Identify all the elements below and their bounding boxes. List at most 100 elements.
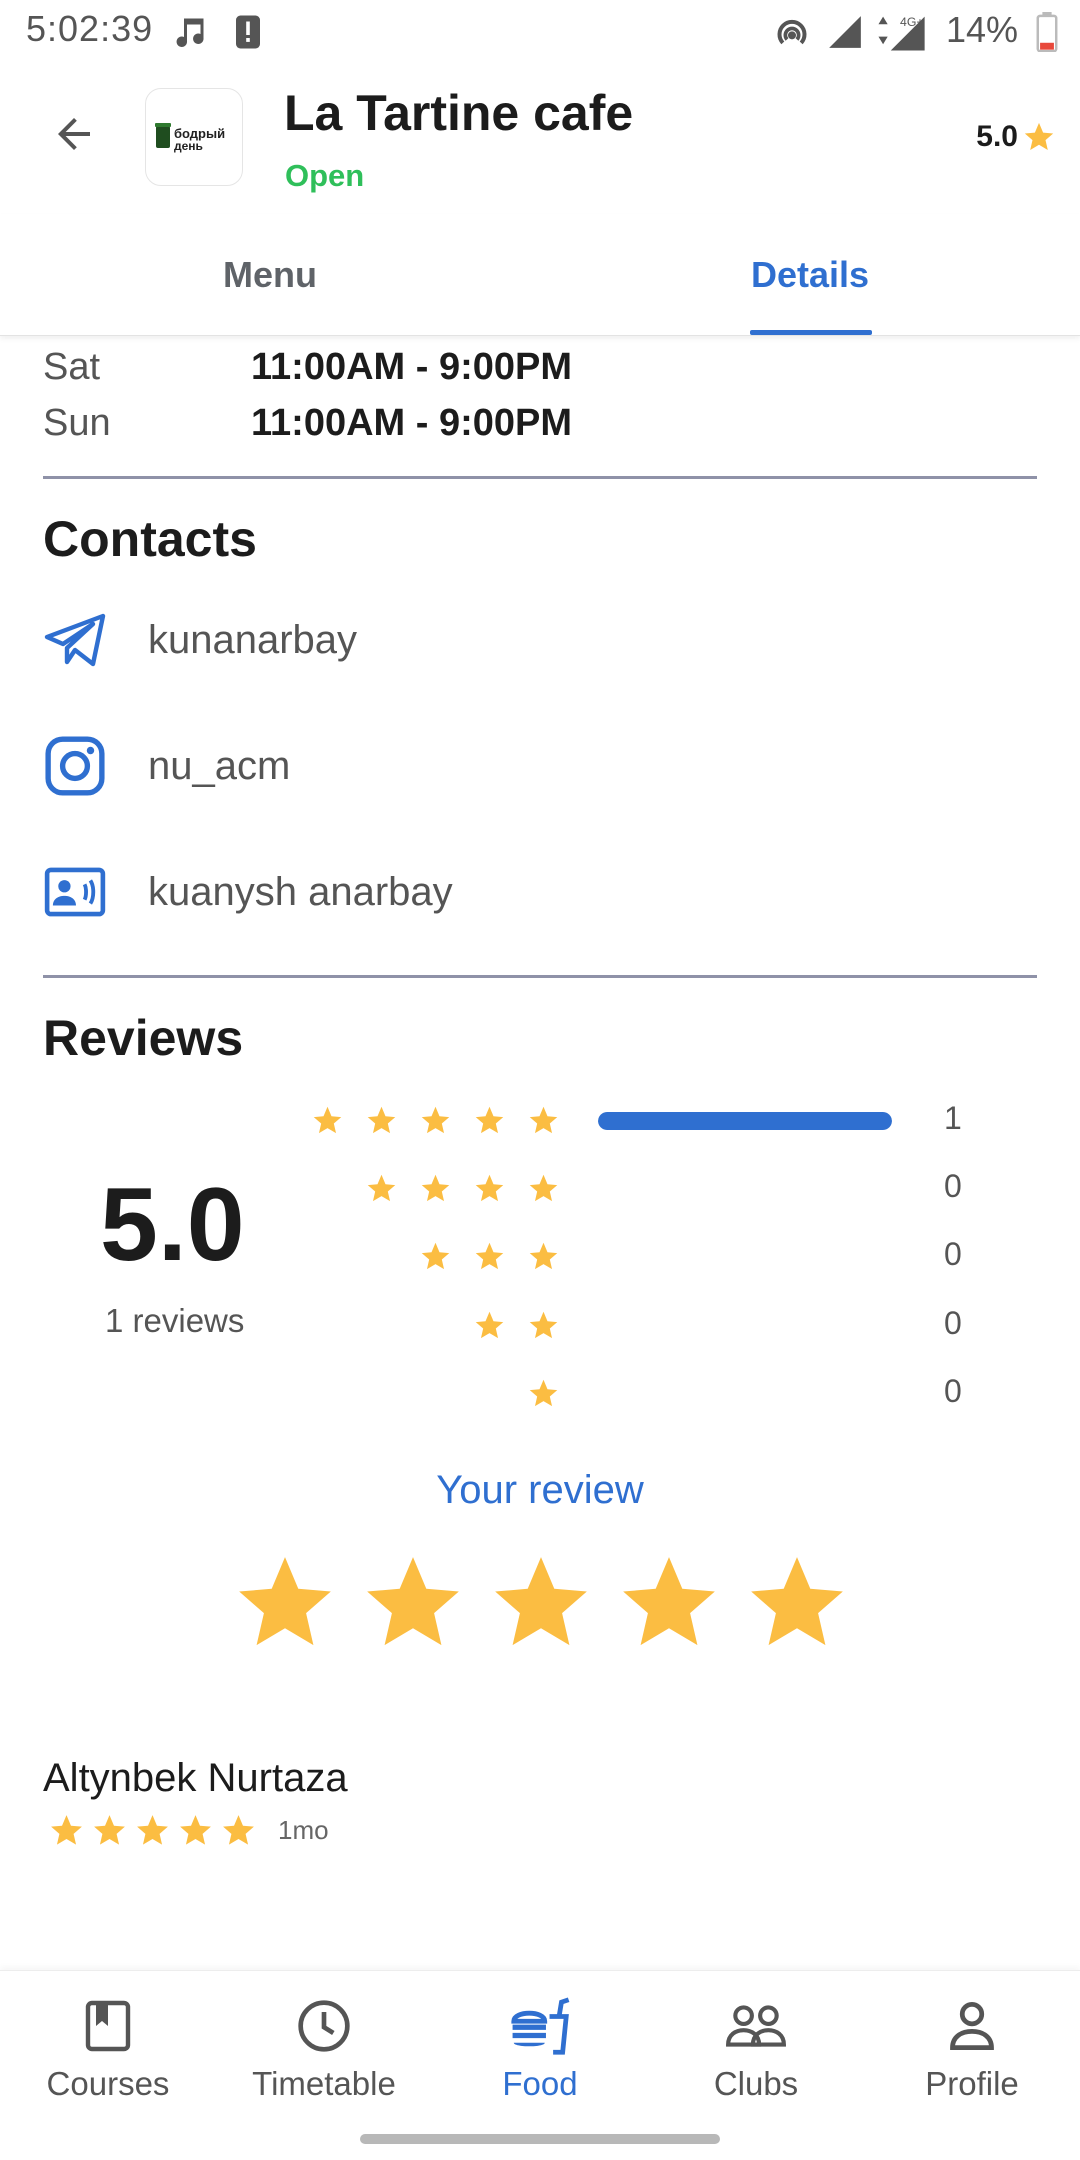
star-icon (1024, 122, 1054, 151)
reviewer-rating-stars (48, 1812, 257, 1849)
star-icon (421, 1106, 450, 1133)
signal-4g-icon: 4G+ (872, 12, 928, 52)
back-button[interactable] (44, 104, 104, 164)
star-icon (475, 1174, 504, 1201)
status-time: 5:02:39 (26, 8, 154, 49)
star-icon (529, 1379, 558, 1406)
nav-label: Clubs (713, 2065, 799, 2102)
distribution-stars (527, 1373, 560, 1413)
hours-day: Sat (43, 346, 101, 388)
distribution-stars (311, 1100, 560, 1140)
hours-row: Sun 11:00AM - 9:00PM (43, 402, 572, 445)
telegram-icon (43, 608, 107, 672)
status-bar: 5:02:39 4G+ 14% (0, 0, 1080, 64)
header-rating-value: 5.0 (976, 120, 1018, 153)
bottom-navigation: Courses Timetable Food Clubs Profile (0, 1970, 1080, 2160)
star-icon (475, 1242, 504, 1269)
reviews-heading: Reviews (43, 1010, 244, 1066)
arrow-back-icon (58, 118, 90, 150)
instagram-handle: nu_acm (148, 743, 291, 788)
app-header: бодрый день La Tartine cafe Open 5.0 (0, 64, 1080, 214)
hours-day: Sun (43, 402, 111, 444)
distribution-bar-fill (598, 1112, 892, 1130)
distribution-row-1-star: 0 (300, 1373, 1000, 1413)
distribution-row-2-star: 0 (300, 1305, 1000, 1345)
star-icon (421, 1174, 450, 1201)
nav-label: Timetable (252, 2065, 396, 2102)
cafe-open-status: Open (285, 158, 365, 193)
music-note-icon (172, 12, 208, 52)
svg-text:день: день (174, 139, 203, 153)
distribution-bar (598, 1248, 892, 1266)
star-icon (421, 1242, 450, 1269)
your-review-label: Your review (436, 1468, 644, 1512)
star-icon (137, 1815, 168, 1845)
your-review-star-4[interactable] (614, 1548, 724, 1658)
nav-timetable[interactable]: Timetable (216, 1993, 432, 2113)
distribution-stars (473, 1305, 560, 1345)
contact-instagram[interactable]: nu_acm (43, 731, 290, 801)
nav-profile[interactable]: Profile (864, 1993, 1080, 2113)
book-icon (84, 1993, 132, 2059)
alert-icon (232, 12, 264, 52)
cafe-logo: бодрый день (145, 88, 243, 186)
average-rating: 5.0 (100, 1167, 245, 1283)
nav-label: Courses (46, 2065, 170, 2102)
star-icon (475, 1311, 504, 1338)
contact-card[interactable]: kuanysh anarbay (43, 857, 453, 927)
hours-time: 11:00AM - 9:00PM (251, 346, 573, 388)
nav-label: Food (502, 2065, 578, 2102)
your-review-stars[interactable] (230, 1548, 852, 1658)
distribution-count: 0 (944, 1168, 962, 1204)
hotspot-icon (772, 12, 812, 52)
your-review-star-2[interactable] (358, 1548, 468, 1658)
group-icon (725, 1993, 787, 2059)
person-icon (948, 1993, 996, 2059)
your-review-star-1[interactable] (230, 1548, 340, 1658)
contact-phone-icon (43, 860, 107, 924)
distribution-row-3-star: 0 (300, 1236, 1000, 1276)
star-icon (180, 1815, 211, 1845)
distribution-row-5-star: 1 (300, 1100, 1000, 1140)
contact-name: kuanysh anarbay (148, 869, 453, 914)
divider (43, 975, 1037, 978)
your-review-star-5[interactable] (742, 1548, 852, 1658)
star-icon (313, 1106, 342, 1133)
clock-icon (296, 1993, 352, 2059)
star-icon (529, 1174, 558, 1201)
hours-row: Sat 11:00AM - 9:00PM (43, 346, 572, 389)
cafe-title: La Tartine cafe (284, 85, 634, 141)
star-icon (367, 1174, 396, 1201)
active-tab-indicator (750, 330, 872, 335)
nav-clubs[interactable]: Clubs (648, 1993, 864, 2113)
reviewer-name: Altynbek Nurtaza (43, 1756, 348, 1800)
distribution-row-4-star: 0 (300, 1168, 1000, 1208)
review-count: 1 reviews (105, 1302, 245, 1339)
svg-text:4G+: 4G+ (900, 15, 924, 29)
home-indicator[interactable] (360, 2134, 720, 2144)
battery-icon (1036, 12, 1058, 52)
star-icon (223, 1815, 254, 1845)
star-icon (529, 1242, 558, 1269)
signal-icon (826, 12, 864, 52)
star-icon (529, 1311, 558, 1338)
contact-telegram[interactable]: kunanarbay (43, 605, 357, 675)
battery-percentage: 14% (945, 9, 1018, 50)
distribution-count: 0 (944, 1236, 962, 1272)
distribution-count: 0 (944, 1373, 962, 1409)
your-review-star-3[interactable] (486, 1548, 596, 1658)
header-rating: 5.0 (976, 120, 1056, 154)
tab-menu[interactable]: Menu (0, 214, 540, 336)
instagram-icon (43, 734, 107, 798)
distribution-bar (598, 1112, 892, 1130)
tab-details[interactable]: Details (540, 214, 1080, 336)
star-icon (475, 1106, 504, 1133)
nav-food[interactable]: Food (432, 1993, 648, 2113)
distribution-stars (365, 1168, 560, 1208)
distribution-count: 0 (944, 1305, 962, 1341)
star-icon (51, 1815, 82, 1845)
nav-courses[interactable]: Courses (0, 1993, 216, 2113)
star-icon (367, 1106, 396, 1133)
contacts-heading: Contacts (43, 511, 257, 567)
distribution-stars (419, 1236, 560, 1276)
